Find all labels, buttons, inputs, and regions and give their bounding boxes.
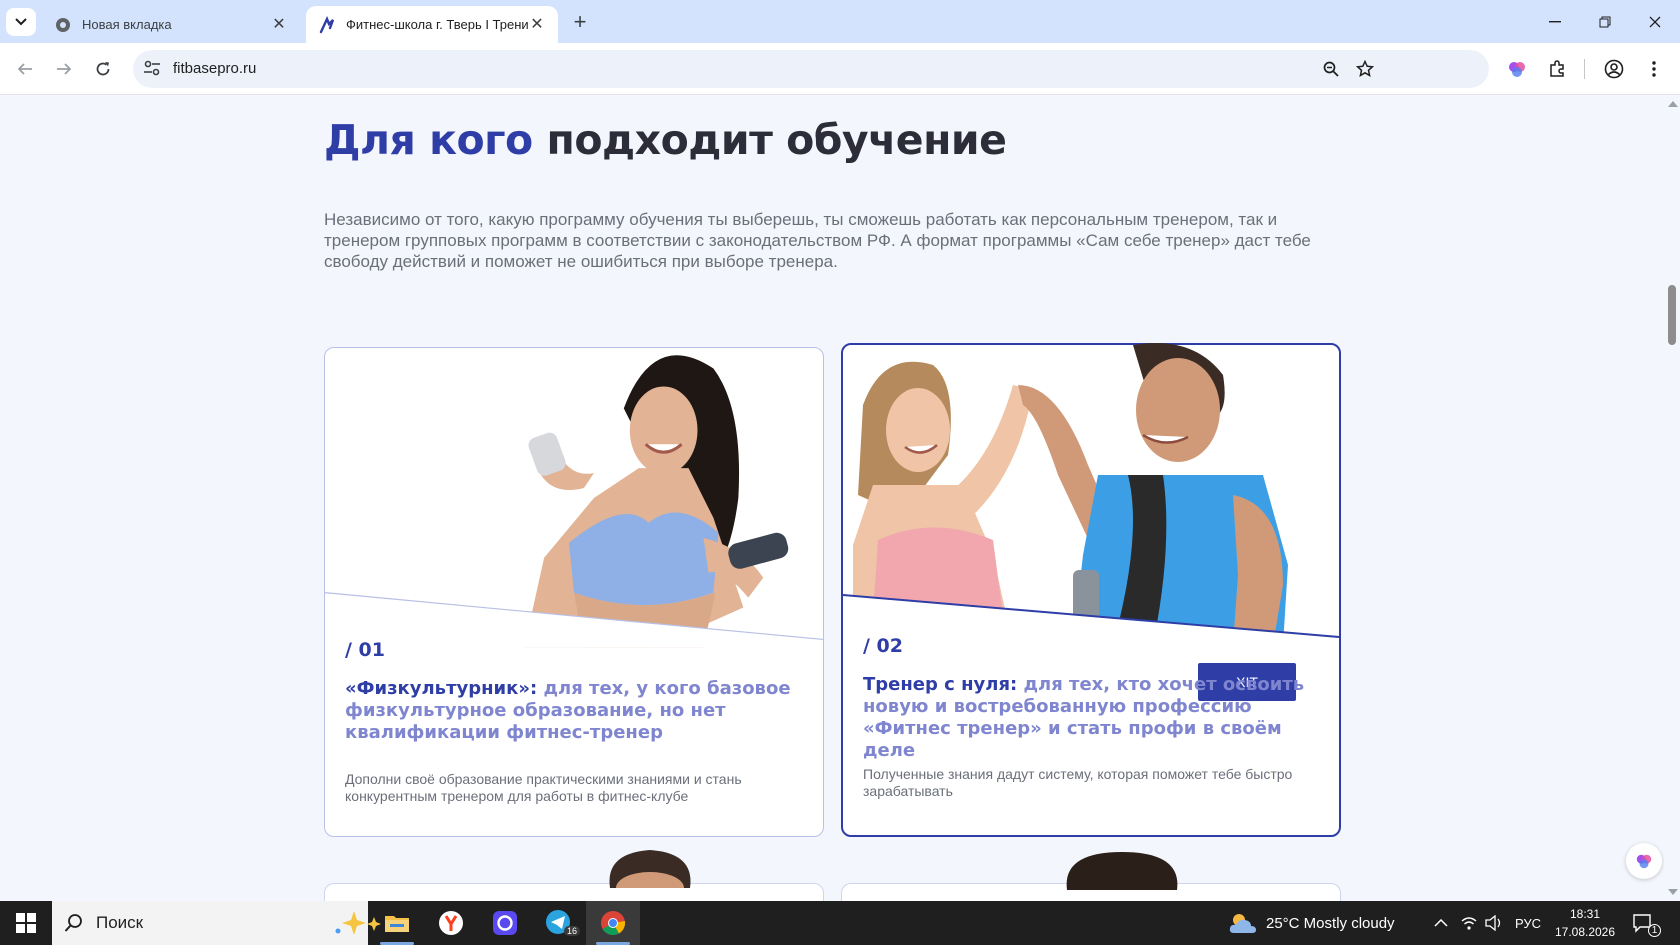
tray-network[interactable]: [1461, 901, 1477, 945]
browser-toolbar: fitbasepro.ru: [0, 43, 1680, 95]
arrow-left-icon: [17, 63, 32, 75]
taskbar-search[interactable]: Поиск: [52, 901, 391, 945]
notification-center[interactable]: 1: [1632, 901, 1661, 945]
clock-time: 18:31: [1569, 907, 1601, 921]
reload-button[interactable]: [89, 55, 117, 83]
card-title: Тренер с нуля: для тех, кто хочет освоит…: [863, 674, 1323, 762]
cloud-sun-icon: [1229, 914, 1256, 933]
search-placeholder: Поиск: [96, 913, 144, 932]
scroll-thumb[interactable]: [1668, 285, 1676, 345]
section-intro: Независимо от того, какую программу обуч…: [324, 210, 1311, 271]
page-viewport: Для кого подходит обучение Независимо от…: [0, 95, 1664, 901]
close-icon: [1649, 16, 1661, 27]
card-title-lead: «Физкультурник»:: [345, 678, 538, 699]
program-card-4[interactable]: [841, 852, 1341, 901]
tray-overflow-chevron[interactable]: [1434, 901, 1448, 945]
wifi-icon: [1461, 917, 1477, 930]
chrome-icon: [54, 16, 72, 34]
tab-search-button[interactable]: [6, 8, 36, 36]
minimize-button[interactable]: [1530, 0, 1580, 43]
tab-title: Новая вкладка: [82, 17, 172, 32]
tab-title: Фитнес-школа г. Тверь I Трени: [346, 17, 528, 32]
weather-text: 25°C Mostly cloudy: [1266, 914, 1395, 932]
notification-count: 1: [1648, 924, 1661, 937]
taskbar-yandex-browser[interactable]: [424, 901, 478, 945]
new-tab-button[interactable]: +: [566, 10, 594, 36]
floating-assistant-button[interactable]: [1626, 843, 1662, 879]
browser-menu-icon[interactable]: [1641, 56, 1667, 82]
chrome-icon: [601, 911, 626, 936]
start-button[interactable]: [0, 901, 52, 945]
profile-avatar-icon[interactable]: [1601, 56, 1627, 82]
tray-volume[interactable]: [1485, 901, 1503, 945]
card-number: / 01: [345, 639, 385, 661]
yandex-browser-icon: [439, 911, 463, 935]
folder-icon: [385, 916, 409, 932]
restore-icon: [1599, 16, 1611, 27]
toolbar-separator: [1584, 59, 1585, 79]
taskbar-telegram[interactable]: 16: [532, 901, 586, 945]
windows-taskbar: Поиск 16 25°C Mostly cloudy РУС 18:31 17…: [0, 901, 1680, 945]
heading-accent: Для кого: [324, 116, 533, 164]
heading-rest: подходит обучение: [546, 116, 1007, 164]
bookmark-star-icon[interactable]: [1355, 59, 1375, 79]
card-title: «Физкультурник»: для тех, у кого базовое…: [345, 678, 805, 744]
card-number: / 02: [863, 635, 903, 657]
forward-button[interactable]: [50, 55, 78, 83]
chevron-down-icon: [15, 18, 27, 26]
taskbar-file-explorer[interactable]: [370, 901, 424, 945]
clock-date: 17.08.2026: [1554, 925, 1616, 939]
program-card-trainer-from-zero[interactable]: ХІТ / 02 Тренер с нуля: для тех, кто хоч…: [841, 343, 1341, 837]
card-description: Полученные знания дадут систему, которая…: [863, 766, 1293, 799]
search-icon: [64, 914, 82, 932]
speaker-icon: [1485, 915, 1501, 931]
back-button[interactable]: [11, 55, 39, 83]
card-description: Дополни своё образование практическими з…: [345, 771, 742, 804]
ai-assistant-icon[interactable]: [1504, 56, 1530, 82]
zoom-icon[interactable]: [1321, 59, 1341, 79]
card-title-lead: Тренер с нуля:: [863, 674, 1018, 695]
site-settings-icon[interactable]: [143, 60, 163, 78]
language-indicator: РУС: [1515, 915, 1542, 931]
scroll-down-arrow[interactable]: [1668, 889, 1678, 895]
address-bar[interactable]: fitbasepro.ru: [133, 50, 1489, 88]
page-scrollbar[interactable]: [1664, 95, 1680, 901]
reload-icon: [96, 62, 110, 76]
chevron-up-icon: [1434, 919, 1448, 927]
extensions-puzzle-icon[interactable]: [1544, 56, 1570, 82]
taskbar-chrome[interactable]: [586, 901, 640, 945]
windows-logo-icon: [16, 913, 36, 933]
chat-app-icon: [493, 911, 517, 935]
site-logo-icon: [318, 15, 336, 34]
tab-new-tab[interactable]: Новая вкладка ✕: [42, 6, 300, 43]
section-heading: Для кого подходит обучение: [324, 116, 1007, 164]
woman-dumbbell-photo: [324, 355, 824, 648]
taskbar-messenger[interactable]: [478, 901, 532, 945]
close-tab-icon[interactable]: ✕: [270, 16, 288, 34]
close-window-button[interactable]: [1630, 0, 1680, 43]
high-five-photo: [842, 343, 1340, 645]
program-card-3[interactable]: [324, 850, 824, 901]
tab-fitness-school[interactable]: Фитнес-школа г. Тверь I Трени ✕: [306, 6, 558, 43]
telegram-unread-badge: 16: [564, 926, 581, 936]
url-text: fitbasepro.ru: [173, 60, 257, 77]
browser-tab-strip: Новая вкладка ✕ Фитнес-школа г. Тверь I …: [0, 0, 1680, 43]
ai-assistant-icon: [1636, 854, 1652, 869]
taskbar-clock[interactable]: 18:31 17.08.2026: [1550, 905, 1620, 941]
restore-button[interactable]: [1580, 0, 1630, 43]
minimize-icon: [1549, 20, 1561, 22]
arrow-right-icon: [57, 63, 72, 75]
scroll-up-arrow[interactable]: [1668, 101, 1678, 107]
close-tab-icon[interactable]: ✕: [528, 16, 546, 34]
man-curly-head-photo: [1066, 852, 1178, 890]
weather-widget[interactable]: 25°C Mostly cloudy: [1228, 901, 1395, 945]
man-head-photo: [609, 850, 691, 888]
tray-language[interactable]: РУС: [1515, 901, 1541, 945]
program-card-fizkulturnik[interactable]: / 01 «Физкультурник»: для тех, у кого ба…: [324, 347, 824, 837]
